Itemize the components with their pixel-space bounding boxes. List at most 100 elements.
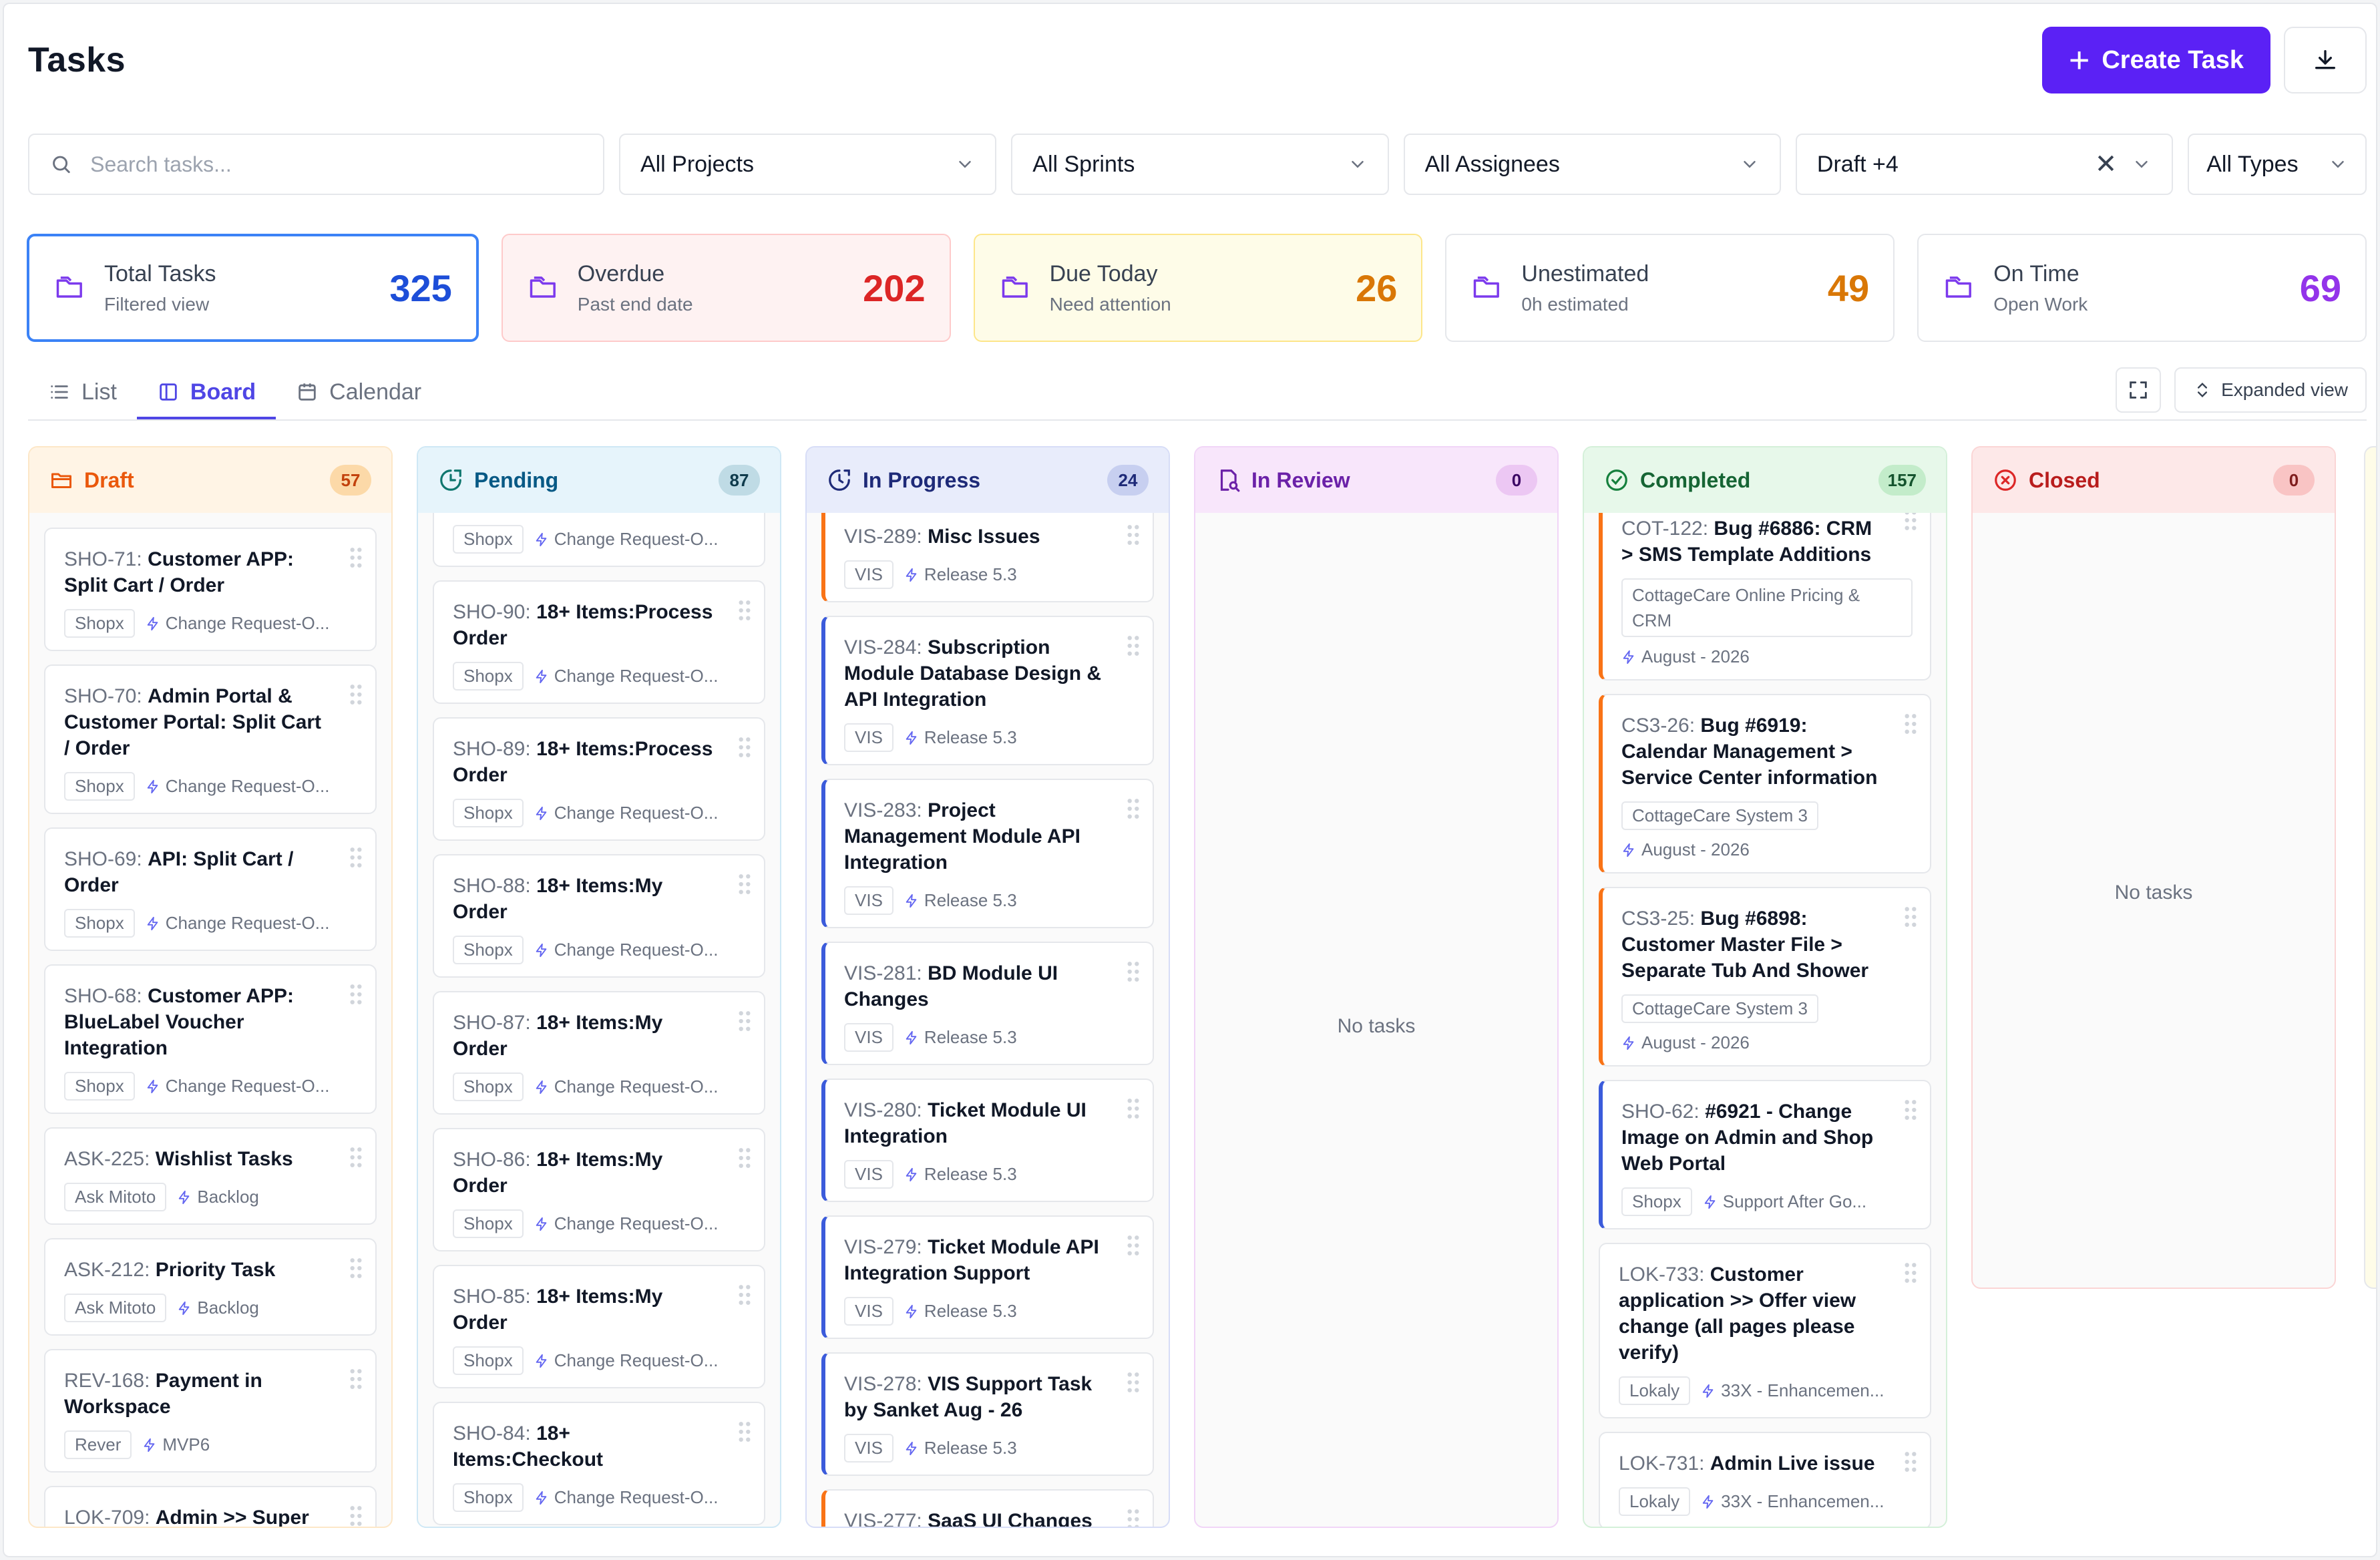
create-task-button[interactable]: + Create Task [2041, 27, 2270, 93]
drag-handle-icon[interactable] [349, 1146, 363, 1169]
task-card[interactable]: ASK-212: Priority Task Ask Mitoto Backlog [44, 1238, 377, 1336]
stat-card-due-today[interactable]: Due Today Need attention 26 [973, 234, 1423, 342]
search-input[interactable] [90, 152, 583, 177]
stat-card-overdue[interactable]: Overdue Past end date 202 [501, 234, 951, 342]
folder-icon [56, 276, 82, 298]
sprint-label: Release 5.3 [904, 727, 1017, 748]
drag-handle-icon[interactable] [1126, 524, 1141, 546]
clear-icon[interactable]: ✕ [2095, 149, 2118, 180]
chevron-down-icon [2332, 161, 2344, 168]
task-card[interactable]: VIS-284: Subscription Module Database De… [821, 616, 1154, 765]
task-card[interactable]: COT-122: Bug #6886: CRM > SMS Template A… [1599, 513, 1931, 680]
sprint-label: Change Request-O... [146, 613, 329, 634]
task-card[interactable]: VIS-277: SaaS UI Changes and Integration… [821, 1489, 1154, 1527]
drag-handle-icon[interactable] [737, 1010, 752, 1032]
project-tag: Lokaly [1619, 1487, 1691, 1516]
review-icon [1220, 469, 1240, 492]
sprint-text: Change Request-O... [165, 776, 330, 796]
drag-handle-icon[interactable] [1126, 960, 1141, 983]
drag-handle-icon[interactable] [1126, 1234, 1141, 1257]
project-tag: Ask Mitoto [64, 1183, 167, 1211]
drag-handle-icon[interactable] [1126, 1097, 1141, 1120]
task-card[interactable]: SHO-84: 18+ Items:Checkout Shopx Change R… [433, 1402, 765, 1525]
tab-board[interactable]: Board [136, 367, 276, 419]
sprint-label: Change Request-O... [534, 1213, 718, 1234]
drag-handle-icon[interactable] [1903, 1261, 1918, 1284]
drag-handle-icon[interactable] [349, 683, 363, 706]
projects-select[interactable]: All Projects [618, 134, 997, 195]
tab-list[interactable]: List [28, 367, 137, 419]
drag-handle-icon[interactable] [1903, 906, 1918, 928]
drag-handle-icon[interactable] [349, 546, 363, 569]
task-card[interactable]: SHO-87: 18+ Items:My Order Shopx Change R… [433, 991, 765, 1115]
task-card[interactable]: SHO-86: 18+ Items:My Order Shopx Change R… [433, 1128, 765, 1251]
sprints-select[interactable]: All Sprints [1011, 134, 1389, 195]
task-id: VIS-277: [844, 1510, 922, 1527]
stat-label: On Time [1993, 260, 2079, 286]
drag-handle-icon[interactable] [349, 1257, 363, 1280]
drag-handle-icon[interactable] [1903, 713, 1918, 735]
stat-card-on-time[interactable]: On Time Open Work 69 [1917, 234, 2367, 342]
drag-handle-icon[interactable] [737, 599, 752, 622]
task-card[interactable]: SHO-70: Admin Portal & Customer Portal: … [44, 664, 377, 814]
task-card[interactable]: VIS-289: Misc Issues VIS Release 5.3 [821, 513, 1154, 602]
drag-handle-icon[interactable] [1903, 513, 1918, 532]
stat-value: 202 [863, 266, 926, 309]
status-select[interactable]: Draft +4 ✕ [1795, 134, 2174, 195]
task-card[interactable]: LOK-731: Admin Live issue Lokaly 33X - En… [1599, 1432, 1931, 1527]
drag-handle-icon[interactable] [349, 1505, 363, 1527]
task-card[interactable]: SHO-62: #6921 - Change Image on Admin an… [1599, 1080, 1931, 1229]
download-button[interactable] [2284, 27, 2367, 93]
stat-card-unestimated[interactable]: Unestimated 0h estimated 49 [1445, 234, 1895, 342]
stat-card-total[interactable]: Total Tasks Filtered view 325 [27, 234, 479, 342]
task-card[interactable]: ASK-225: Wishlist Tasks Ask Mitoto Backlo… [44, 1127, 377, 1225]
search-box[interactable] [28, 134, 604, 195]
drag-handle-icon[interactable] [737, 1420, 752, 1443]
drag-handle-icon[interactable] [737, 1284, 752, 1306]
task-card[interactable]: LOK-709: Admin >> Super admi 1st time se… [44, 1486, 377, 1527]
task-card[interactable]: VIS-281: BD Module UI Changes VIS Release… [821, 942, 1154, 1065]
sprint-label: Release 5.3 [904, 1164, 1017, 1185]
drag-handle-icon[interactable] [1903, 1450, 1918, 1473]
task-card[interactable]: SHO-68: Customer APP: BlueLabel Voucher … [44, 964, 377, 1114]
task-card[interactable]: CS3-25: Bug #6898: Customer Master File … [1599, 887, 1931, 1066]
task-card[interactable]: VIS-280: Ticket Module UI Integration VI… [821, 1079, 1154, 1202]
task-id: SHO-71: [64, 548, 142, 570]
task-card[interactable]: CS3-26: Bug #6919: Calendar Management >… [1599, 694, 1931, 873]
task-card[interactable]: VIS-279: Ticket Module API Integration S… [821, 1215, 1154, 1339]
assignees-select[interactable]: All Assignees [1403, 134, 1781, 195]
task-card[interactable]: LOK-733: Customer application >> Offer v… [1599, 1243, 1931, 1418]
fullscreen-button[interactable] [2116, 367, 2162, 413]
task-id: SHO-86: [453, 1149, 531, 1171]
task-card[interactable]: VIS-283: Project Management Module API I… [821, 779, 1154, 928]
drag-handle-icon[interactable] [1903, 1099, 1918, 1121]
project-tag: VIS [844, 886, 894, 915]
tab-calendar[interactable]: Calendar [276, 367, 441, 419]
drag-handle-icon[interactable] [737, 873, 752, 896]
task-card[interactable]: SHO-71: Customer APP: Split Cart / Order… [44, 528, 377, 651]
task-card[interactable]: VIS-278: VIS Support Task by Sanket Aug … [821, 1352, 1154, 1476]
task-card[interactable]: SHO-90: 18+ Items:Process Order Shopx Cha… [433, 580, 765, 704]
column-count: 87 [719, 465, 760, 496]
drag-handle-icon[interactable] [1126, 634, 1141, 657]
task-card[interactable]: SHO-85: 18+ Items:My Order Shopx Change R… [433, 1265, 765, 1388]
types-select[interactable]: All Types [2188, 134, 2367, 195]
task-card[interactable]: REV-168: Payment in Workspace Rever MVP6 [44, 1349, 377, 1473]
drag-handle-icon[interactable] [1126, 1371, 1141, 1394]
drag-handle-icon[interactable] [349, 983, 363, 1006]
drag-handle-icon[interactable] [349, 846, 363, 869]
drag-handle-icon[interactable] [737, 736, 752, 759]
drag-handle-icon[interactable] [349, 1368, 363, 1390]
column-header-closed: Closed 0 [1973, 447, 2335, 513]
task-card[interactable]: SHO-69: API: Split Cart / Order Shopx Cha… [44, 827, 377, 951]
task-card[interactable]: SHO-89: 18+ Items:Process Order Shopx Cha… [433, 717, 765, 841]
drag-handle-icon[interactable] [1126, 1508, 1141, 1527]
drag-handle-icon[interactable] [737, 1147, 752, 1169]
folder-icon [1945, 276, 1972, 298]
task-card-partial[interactable]: Shopx Change Request-O... [433, 513, 765, 567]
expanded-view-button[interactable]: Expanded view [2174, 367, 2367, 413]
sprint-label: August - 2026 [1621, 1032, 1750, 1053]
stat-sub: Filtered view [104, 293, 210, 315]
task-card[interactable]: SHO-88: 18+ Items:My Order Shopx Change R… [433, 854, 765, 978]
drag-handle-icon[interactable] [1126, 797, 1141, 820]
